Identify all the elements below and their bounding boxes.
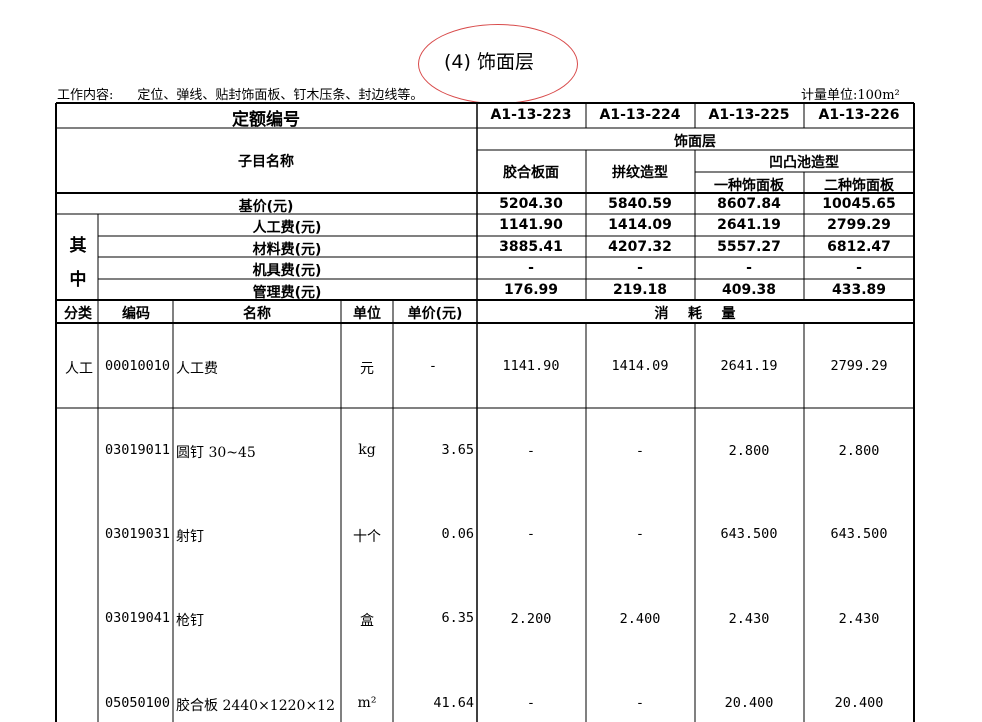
mgmt-4: 433.89 [831,282,887,298]
quota-code-3: A1-13-225 [708,107,790,123]
row-5-v2: - [635,695,645,711]
row-5-v4: 20.400 [834,695,884,711]
row-1-unit: 元 [360,361,374,377]
col-header-name: 名称 [243,306,271,322]
quota-code-2: A1-13-224 [599,107,681,123]
labor-4: 2799.29 [827,217,891,233]
base-price-label: 基价(元) [238,199,294,215]
row-1-name: 人工费 [176,361,218,377]
col-header-consumption: 消 耗 量 [654,306,736,322]
col-label-4: 二种饰面板 [824,178,894,194]
work-content-text: 定位、弹线、贴封饰面板、钉木压条、封边线等。 [137,88,424,103]
material-4: 6812.47 [827,239,891,255]
row-3-price: 0.06 [441,526,474,542]
row-4-v1: 2.200 [510,611,552,627]
row-2-v4: 2.800 [838,443,880,459]
row-5-unit: m² [357,695,377,711]
row-2-name: 圆钉 30~45 [176,445,256,461]
row-1-v1: 1141.90 [502,358,560,374]
row-1-code: 00010010 [105,358,171,374]
row-4-v4: 2.430 [838,611,880,627]
group2-label: 凹凸池造型 [769,155,839,171]
col-label-3: 一种饰面板 [714,178,784,194]
base-price-1: 5204.30 [499,196,563,212]
row-2-code: 03019011 [105,442,171,458]
row-4-v3: 2.430 [728,611,770,627]
row-2-v1: - [526,443,536,459]
machine-3: - [746,260,752,276]
row-3-v4: 643.500 [830,526,888,542]
row-3-code: 03019031 [105,526,171,542]
row-1-v2: 1414.09 [611,358,669,374]
labor-label: 人工费(元) [252,220,322,236]
group-label: 饰面层 [674,134,716,150]
labor-3: 2641.19 [717,217,781,233]
quota-code-1: A1-13-223 [490,107,572,123]
base-price-3: 8607.84 [717,196,781,212]
page-title: (4) 饰面层 [444,51,534,73]
row-5-v1: - [526,695,536,711]
row-2-v2: - [635,443,645,459]
mgmt-label: 管理费(元) [252,285,322,301]
row-3-v3: 643.500 [720,526,778,542]
col-header-price: 单价(元) [407,306,463,322]
machine-4: - [856,260,862,276]
col-label-2: 拼纹造型 [612,165,668,181]
row-5-name: 胶合板 2440×1220×12 [176,698,335,714]
machine-label: 机具费(元) [252,263,322,279]
row-3-unit: 十个 [353,529,381,545]
quota-code-4: A1-13-226 [818,107,900,123]
row-3-v1: - [526,526,536,542]
among-label-2: 中 [69,270,87,290]
row-1-v4: 2799.29 [830,358,888,374]
machine-1: - [528,260,534,276]
subitem-label: 子目名称 [238,154,294,170]
row-5-price: 41.64 [433,695,474,711]
row-4-price: 6.35 [441,610,474,626]
work-content: 工作内容: 定位、弹线、贴封饰面板、钉木压条、封边线等。 [57,84,423,103]
row-2-v3: 2.800 [728,443,770,459]
row-5-v3: 20.400 [724,695,774,711]
col-header-category: 分类 [64,306,92,322]
mgmt-3: 409.38 [721,282,777,298]
row-3-v2: - [635,526,645,542]
row-4-v2: 2.400 [619,611,661,627]
row-2-price: 3.65 [441,442,474,458]
among-label-1: 其 [69,236,87,256]
mgmt-2: 219.18 [612,282,668,298]
row-1-v3: 2641.19 [720,358,778,374]
material-3: 5557.27 [717,239,781,255]
material-label: 材料费(元) [252,242,322,258]
row-2-unit: kg [358,442,376,458]
mgmt-1: 176.99 [503,282,559,298]
machine-2: - [637,260,643,276]
row-5-code: 05050100 [105,695,171,711]
labor-1: 1141.90 [499,217,563,233]
measure-unit: 计量单位:100m² [801,88,900,103]
labor-2: 1414.09 [608,217,672,233]
row-1-price: - [428,358,438,374]
material-2: 4207.32 [608,239,672,255]
row-4-code: 03019041 [105,610,171,626]
row-4-name: 枪钉 [176,613,204,629]
base-price-2: 5840.59 [608,196,672,212]
work-content-label: 工作内容: [57,88,114,103]
col-header-unit: 单位 [353,306,381,322]
col-header-code: 编码 [122,306,150,322]
material-1: 3885.41 [499,239,563,255]
col-label-1: 胶合板面 [503,165,559,181]
quota-label: 定额编号 [232,110,300,130]
row-4-unit: 盒 [360,613,374,629]
base-price-4: 10045.65 [822,196,896,212]
row-3-name: 射钉 [176,529,204,545]
row-1-category: 人工 [65,361,93,377]
